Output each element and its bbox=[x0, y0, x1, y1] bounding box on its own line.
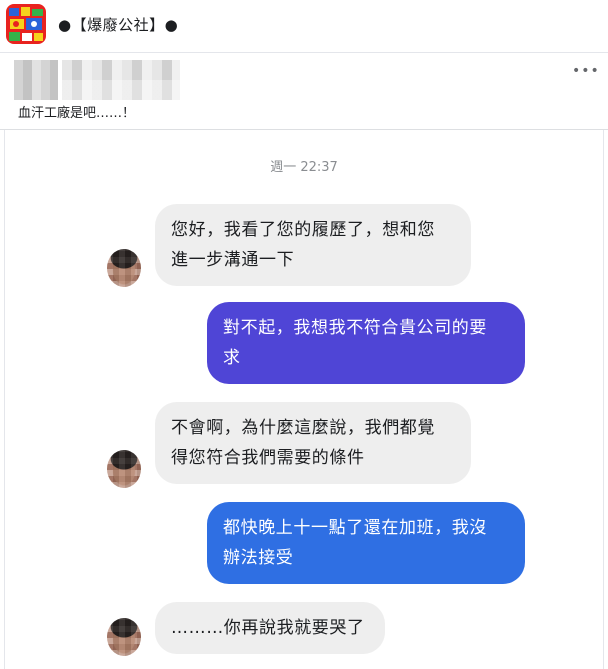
message-line: 進一步溝通一下 bbox=[171, 250, 295, 270]
chat-timestamp: 週一 22:37 bbox=[270, 160, 338, 175]
message-bubble-outgoing: 都快晚上十一點了還在加班，我沒 辦法接受 bbox=[207, 502, 525, 584]
sender-avatar bbox=[107, 249, 141, 287]
message-bubble-incoming: ………你再說我就要哭了 bbox=[155, 602, 385, 654]
message-line: 辦法接受 bbox=[223, 548, 294, 568]
message-bubble-outgoing: 對不起，我想我不符合貴公司的要 求 bbox=[207, 302, 525, 384]
app-logo-icon[interactable] bbox=[6, 4, 46, 44]
message-line: ………你再說我就要哭了 bbox=[171, 618, 365, 638]
message-bubble-incoming: 您好，我看了您的履歷了，想和您 進一步溝通一下 bbox=[155, 204, 471, 286]
message-line: 都快晚上十一點了還在加班，我沒 bbox=[223, 518, 487, 538]
sender-avatar bbox=[107, 618, 141, 656]
sender-avatar bbox=[107, 450, 141, 488]
page-name[interactable]: ●【爆廢公社】● bbox=[58, 14, 178, 35]
message-line: 對不起，我想我不符合貴公司的要 bbox=[223, 318, 487, 338]
post-caption: 血汗工廠是吧……！ bbox=[18, 106, 136, 121]
more-options-icon[interactable]: ••• bbox=[572, 64, 600, 78]
chat-screenshot: 週一 22:37 您好，我看了您的履歷了，想和您 進一步溝通一下 對不起，我想我… bbox=[4, 130, 604, 669]
message-line: 不會啊，為什麼這麼說，我們都覺 bbox=[171, 418, 435, 438]
message-line: 您好，我看了您的履歷了，想和您 bbox=[171, 220, 435, 240]
blurred-avatar bbox=[14, 60, 58, 100]
message-bubble-incoming: 不會啊，為什麼這麼說，我們都覺 得您符合我們需要的條件 bbox=[155, 402, 471, 484]
blurred-author-name bbox=[62, 60, 180, 100]
message-line: 求 bbox=[223, 348, 241, 368]
top-bar: ●【爆廢公社】● bbox=[0, 0, 608, 53]
message-line: 得您符合我們需要的條件 bbox=[171, 448, 365, 468]
